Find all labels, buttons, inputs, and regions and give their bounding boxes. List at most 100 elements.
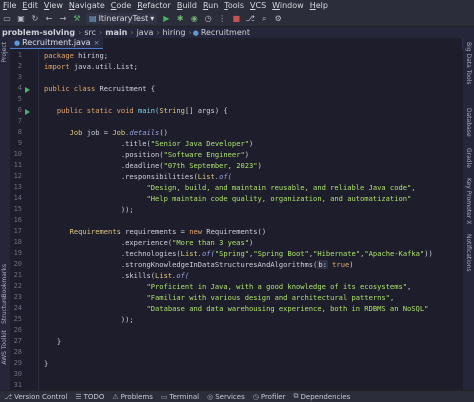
breadcrumb-recruitment[interactable]: Recruitment (199, 28, 252, 37)
line-number: 27 (13, 337, 22, 345)
line-number: 17 (13, 227, 22, 235)
line-number: 11 (13, 161, 22, 169)
line-number: 12 (13, 172, 22, 180)
forward-icon[interactable]: → (58, 14, 68, 24)
menu-window[interactable]: Window (269, 0, 307, 11)
java-class-icon: ● (14, 38, 21, 47)
run-class-gutter-icon[interactable] (25, 87, 30, 93)
line-number: 26 (13, 326, 22, 334)
debug-icon[interactable]: ✱ (175, 14, 185, 24)
tool-problems[interactable]: ⚠ Problems (108, 393, 157, 401)
tool-bookmarks[interactable]: Bookmarks (1, 264, 8, 298)
line-number: 23 (13, 293, 22, 301)
line-number: 24 (13, 304, 22, 312)
line-number: 21 (13, 271, 22, 279)
code-line-9: .title("Senior Java Developer") (120, 139, 254, 148)
gear-icon[interactable]: ⚙ (273, 14, 283, 24)
breadcrumb-src[interactable]: src (82, 28, 98, 37)
sync-icon[interactable]: ↻ (30, 14, 40, 24)
line-number: 4 (17, 84, 22, 92)
breadcrumb-java[interactable]: java (135, 28, 156, 37)
breadcrumb-hiring[interactable]: hiring (161, 28, 188, 37)
close-icon[interactable]: × (94, 39, 100, 47)
line-number: 20 (13, 260, 22, 268)
menu-tools[interactable]: Tools (221, 0, 247, 11)
tool-project[interactable]: Project (1, 42, 8, 63)
menu-refactor[interactable]: Refactor (134, 0, 174, 11)
tool-profiler[interactable]: ◷ Profiler (249, 393, 290, 401)
code-line-10: .position("Software Engineer") (120, 150, 250, 159)
menu-vcs[interactable]: VCS (247, 0, 269, 11)
line-number: 1 (17, 51, 22, 59)
tab-label: Recruitment.java (22, 38, 91, 47)
services-icon: ◎ (207, 392, 214, 401)
line-number: 15 (13, 205, 22, 213)
line-number: 5 (17, 95, 22, 103)
line-number: 2 (17, 62, 22, 70)
breadcrumb-main[interactable]: main (103, 28, 129, 37)
tool-gradle[interactable]: Gradle (465, 148, 472, 168)
tool-terminal[interactable]: ▭ Terminal (157, 393, 203, 401)
tool-database[interactable]: Database (465, 108, 472, 137)
tool-aws-toolkit[interactable]: AWS Toolkit (1, 330, 8, 365)
line-number: 28 (13, 348, 22, 356)
tool-todo[interactable]: ☰ TODO (71, 393, 108, 401)
code-line-4: public class Recruitment { (44, 84, 156, 93)
search-icon[interactable]: ⌕ (259, 14, 269, 24)
save-icon[interactable]: ▣ (16, 14, 26, 24)
code-line-22: "Proficient in Java, with a good knowled… (146, 282, 412, 291)
open-folder-icon[interactable]: ▭ (2, 14, 12, 24)
tool-dependencies[interactable]: ⧉ Dependencies (290, 392, 355, 401)
line-number: 25 (13, 315, 22, 323)
coverage-icon[interactable]: ◉ (189, 14, 199, 24)
run-main-gutter-icon[interactable] (25, 109, 30, 115)
warning-icon: ⚠ (112, 392, 119, 401)
line-number: 16 (13, 216, 22, 224)
line-number: 9 (17, 139, 22, 147)
code-line-2: import java.util.List; (44, 62, 138, 71)
code-line-21: .skills(List.of( (120, 271, 190, 280)
code-editor[interactable]: package hiring; import java.util.List; p… (38, 49, 463, 390)
stop-icon[interactable]: ■ (231, 14, 241, 24)
code-line-24: "Database and data warehousing experienc… (146, 304, 429, 313)
menu-build[interactable]: Build (174, 0, 200, 11)
tool-big-data-tools[interactable]: Big Data Tools (465, 42, 472, 85)
toolbar: ▭ ▣ ↻ ← → ⚒ ▤ ItineraryTest ▾ ▶ ✱ ◉ ◷ ⋮ … (0, 11, 474, 27)
menu-bar: File Edit View Navigate Code Refactor Bu… (0, 0, 474, 11)
menu-help[interactable]: Help (307, 0, 331, 11)
code-line-18: .experience("More than 3 yeas") (120, 238, 254, 247)
profile-icon[interactable]: ◷ (203, 14, 213, 24)
code-line-25: )); (120, 315, 134, 324)
tool-version-control[interactable]: ⎇ Version Control (0, 393, 71, 401)
code-line-19: .technologies(List.of("Spring","Spring B… (120, 249, 433, 258)
tool-structure[interactable]: Structure (1, 296, 8, 324)
back-icon[interactable]: ← (44, 14, 54, 24)
build-hammer-icon[interactable]: ⚒ (72, 14, 82, 24)
menu-navigate[interactable]: Navigate (66, 0, 108, 11)
line-number: 30 (13, 370, 22, 378)
menu-edit[interactable]: Edit (19, 0, 41, 11)
line-number: 19 (13, 249, 22, 257)
list-icon: ☰ (75, 392, 82, 401)
menu-code[interactable]: Code (108, 0, 135, 11)
more-run-icon[interactable]: ⋮ (217, 14, 227, 24)
run-config-selector[interactable]: ▤ ItineraryTest ▾ (86, 13, 158, 24)
menu-run[interactable]: Run (200, 0, 221, 11)
branch-icon: ⎇ (4, 392, 13, 401)
tool-key-promoter-x[interactable]: Key Promoter X (465, 178, 472, 224)
dependencies-icon: ⧉ (293, 392, 299, 400)
code-line-11: .deadline("07th September, 2023") (120, 161, 262, 170)
code-line-27: } (56, 337, 62, 346)
line-number: 7 (17, 117, 22, 125)
breadcrumb-project[interactable]: problem-solving (0, 28, 77, 37)
line-gutter: 1 2 3 4 5 6 7 8 9 10 11 12 13 14 15 16 1… (10, 49, 38, 390)
code-line-17: Requirements requirements = new Requirem… (69, 227, 267, 236)
git-icon[interactable]: ⎇ (245, 14, 255, 24)
tool-notifications[interactable]: Notifications (465, 234, 472, 272)
menu-file[interactable]: File (0, 0, 19, 11)
menu-view[interactable]: View (41, 0, 66, 11)
chevron-down-icon: ▾ (150, 14, 155, 23)
profiler-icon: ◷ (252, 392, 259, 401)
tool-services[interactable]: ◎ Services (203, 393, 249, 401)
run-icon[interactable]: ▶ (161, 14, 171, 24)
